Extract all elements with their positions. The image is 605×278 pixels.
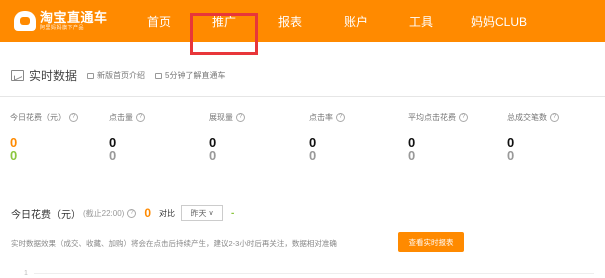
metric-compare-value: 0 bbox=[10, 148, 18, 163]
help-icon[interactable]: ? bbox=[236, 112, 245, 122]
section-divider bbox=[0, 96, 605, 97]
logo-subtitle: 阿里妈妈旗下产品 bbox=[40, 25, 85, 31]
nav-promotion[interactable]: 推广 bbox=[211, 0, 237, 42]
help-icon[interactable]: ? bbox=[550, 112, 559, 122]
realtime-header: 实时数据 新版首页介绍 5分钟了解直通车 bbox=[11, 67, 225, 84]
chart-icon bbox=[11, 70, 24, 81]
view-realtime-report-button[interactable]: 查看实时报表 bbox=[398, 232, 464, 252]
logo-title: 淘宝直通车 bbox=[40, 10, 108, 25]
nav-mama-club[interactable]: 妈妈CLUB bbox=[471, 0, 527, 42]
metric-compare-value: 0 bbox=[408, 148, 416, 163]
chevron-down-icon: ∨ bbox=[208, 210, 214, 217]
help-icon[interactable]: ? bbox=[136, 112, 145, 122]
spend-value: 0 bbox=[144, 206, 152, 220]
help-icon[interactable]: ? bbox=[336, 112, 345, 122]
realtime-title: 实时数据 bbox=[29, 69, 78, 83]
help-icon[interactable]: ? bbox=[127, 208, 137, 218]
metric-total-orders: 总成交笔数? 0 0 bbox=[507, 112, 559, 162]
video-icon bbox=[155, 72, 163, 79]
metric-ctr: 点击率? 0 0 bbox=[309, 112, 345, 162]
chart-baseline bbox=[34, 273, 594, 274]
metric-value: 0 bbox=[507, 135, 515, 150]
spend-summary-row: 今日花费（元） (截止22:00) ? 0 对比 昨天 ∨ - bbox=[11, 205, 234, 221]
help-icon[interactable]: ? bbox=[69, 112, 78, 122]
video-icon bbox=[87, 72, 95, 79]
nav-tools[interactable]: 工具 bbox=[408, 0, 434, 42]
metric-avg-cpc: 平均点击花费? 0 0 bbox=[408, 112, 468, 162]
help-icon[interactable]: ? bbox=[459, 112, 468, 122]
axis-tick-label: 1 bbox=[24, 270, 28, 277]
tutorial-video-link[interactable]: 5分钟了解直通车 bbox=[155, 70, 225, 81]
intro-video-link[interactable]: 新版首页介绍 bbox=[87, 70, 145, 81]
metric-impressions: 展现量? 0 0 bbox=[209, 112, 245, 162]
compare-period-select[interactable]: 昨天 ∨ bbox=[181, 205, 224, 221]
top-navigation-bar: 淘宝直通车 阿里妈妈旗下产品 首页 推广 报表 账户 工具 妈妈CLUB bbox=[0, 0, 605, 42]
nav-reports[interactable]: 报表 bbox=[277, 0, 303, 42]
spend-cutoff-note: (截止22:00) bbox=[83, 208, 125, 218]
metric-compare-value: 0 bbox=[309, 148, 317, 163]
compare-value: - bbox=[231, 207, 235, 219]
realtime-data-notice: 实时数据效果（成交、收藏、加购）将会在点击后持续产生，建议2-3小时后再关注，数… bbox=[11, 239, 337, 248]
metric-compare-value: 0 bbox=[209, 148, 217, 163]
compare-label: 对比 bbox=[159, 208, 176, 218]
metric-compare-value: 0 bbox=[109, 148, 117, 163]
metric-compare-value: 0 bbox=[507, 148, 515, 163]
nav-home[interactable]: 首页 bbox=[146, 0, 172, 42]
metric-clicks: 点击量? 0 0 bbox=[109, 112, 145, 162]
logo-icon bbox=[14, 11, 36, 31]
metric-value: 0 bbox=[10, 135, 18, 150]
nav-account[interactable]: 账户 bbox=[343, 0, 369, 42]
spend-title: 今日花费（元） bbox=[11, 209, 81, 221]
metric-today-spend: 今日花费（元）? 0 0 bbox=[10, 112, 78, 162]
logo[interactable]: 淘宝直通车 阿里妈妈旗下产品 bbox=[14, 7, 114, 35]
metric-value: 0 bbox=[408, 135, 416, 150]
